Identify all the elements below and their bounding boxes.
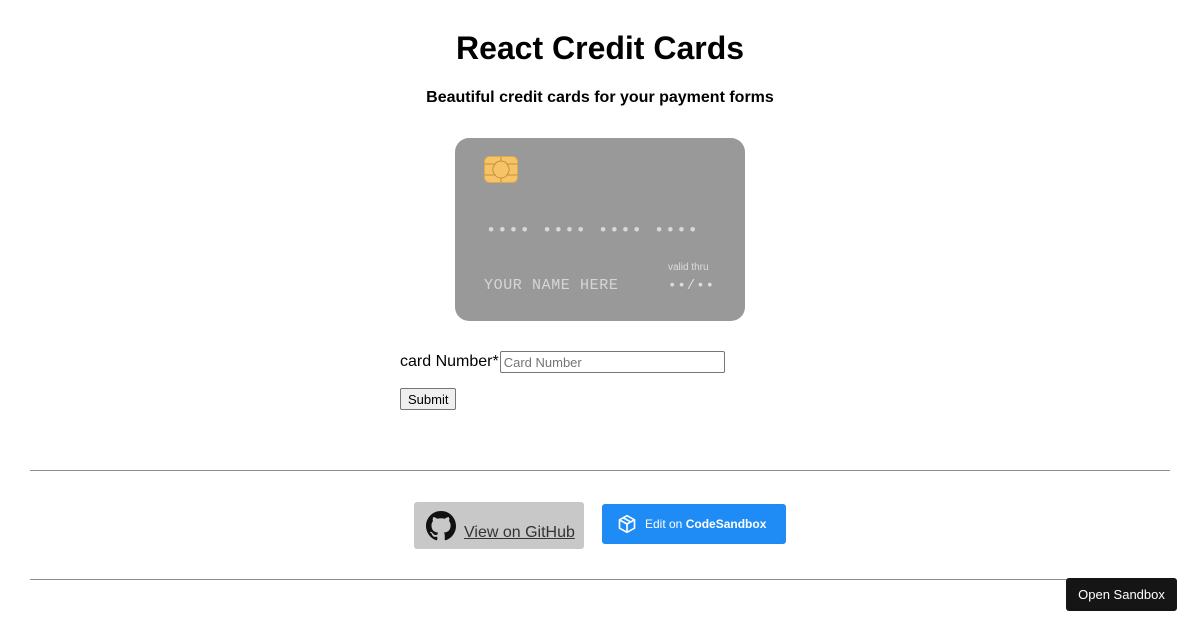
valid-thru-label: valid thru <box>668 262 709 273</box>
divider-top <box>30 470 1170 471</box>
codesandbox-cube-icon <box>618 514 636 534</box>
edit-on-codesandbox-button[interactable]: Edit on CodeSandbox <box>602 504 786 544</box>
card-number-display: •••• •••• •••• •••• <box>486 222 699 241</box>
card-number-label: card Number* <box>400 353 499 370</box>
divider-bottom <box>30 579 1170 580</box>
page-title: React Credit Cards <box>455 30 745 66</box>
cardholder-name-display: YOUR NAME HERE <box>484 277 619 294</box>
credit-card-preview: •••• •••• •••• •••• valid thru YOUR NAME… <box>455 138 745 321</box>
view-on-github-link[interactable]: View on GitHub <box>414 502 584 549</box>
card-chip-icon <box>484 156 518 183</box>
card-number-form-row: card Number* <box>400 350 725 374</box>
card-expiry-display: ••/•• <box>668 278 716 294</box>
github-icon <box>426 510 456 540</box>
submit-button[interactable]: Submit <box>400 388 457 410</box>
open-sandbox-button[interactable]: Open Sandbox <box>1066 578 1177 611</box>
codesandbox-label: Edit on CodeSandbox <box>645 517 767 531</box>
card-number-input[interactable] <box>499 351 725 373</box>
github-link-label: View on GitHub <box>464 524 575 541</box>
page-subtitle: Beautiful credit cards for your payment … <box>426 89 774 106</box>
